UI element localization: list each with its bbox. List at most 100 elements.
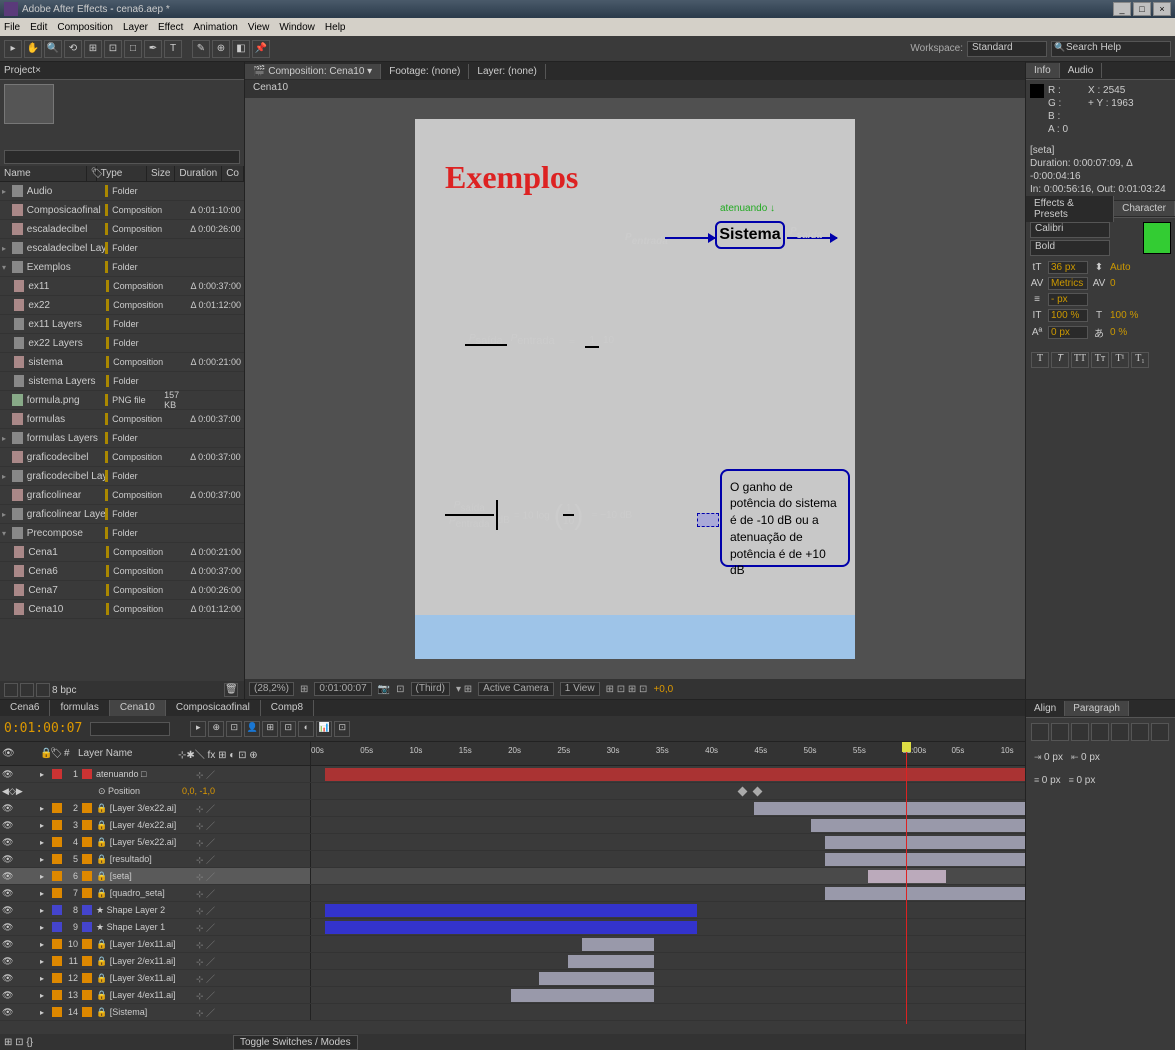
timeline-layer[interactable]: 👁▸4🔒 [Layer 5/ex22.ai]⊹ ／ <box>0 834 1025 851</box>
comp-tab-footage[interactable]: Footage: (none) <box>381 64 469 79</box>
project-item[interactable]: sistemaCompositionΔ 0:00:21:00 <box>0 353 244 372</box>
composition-viewer[interactable]: Exemplos atenuando ↓ Pentrada Sistema Ps… <box>245 98 1025 679</box>
text-color-swatch[interactable] <box>1143 222 1171 254</box>
comp-tab-layer[interactable]: Layer: (none) <box>469 64 545 79</box>
snapshot-icon[interactable]: 📷 <box>378 684 390 695</box>
tl-footer-btn1[interactable]: ⊞ ⊡ {} <box>4 1037 33 1048</box>
clone-tool[interactable]: ⊕ <box>212 40 230 58</box>
project-item[interactable]: ▸escaladecibel LayersFolder <box>0 239 244 258</box>
font-style-dropdown[interactable]: Bold <box>1030 240 1110 256</box>
brush-tool[interactable]: ✎ <box>192 40 210 58</box>
indent-left[interactable]: ⇥ 0 px <box>1034 752 1063 763</box>
justify-last-right-icon[interactable] <box>1131 723 1149 741</box>
rotation-tool[interactable]: ⟲ <box>64 40 82 58</box>
maximize-button[interactable]: □ <box>1133 2 1151 16</box>
project-item[interactable]: ▸formulas LayersFolder <box>0 429 244 448</box>
col-type[interactable]: Type <box>97 166 147 181</box>
selection-tool[interactable]: ▸ <box>4 40 22 58</box>
zoom-dropdown[interactable]: (28,2%) <box>249 682 294 696</box>
timeline-layer[interactable]: 👁▸7🔒 [quadro_seta]⊹ ／ <box>0 885 1025 902</box>
font-size[interactable]: 36 px <box>1048 261 1088 274</box>
tl-graph-icon[interactable]: 📊 <box>316 721 332 737</box>
close-button[interactable]: × <box>1153 2 1171 16</box>
layername-col[interactable]: Layer Name <box>78 748 178 759</box>
timeline-layer[interactable]: 👁▸1atenuando □⊹ ／ <box>0 766 1025 783</box>
project-item[interactable]: ▸graficolinear LayersFolder <box>0 505 244 524</box>
project-item[interactable]: ▾ExemplosFolder <box>0 258 244 277</box>
menu-help[interactable]: Help <box>325 22 346 33</box>
label-col[interactable]: 🏷 <box>50 748 64 759</box>
timeline-layer[interactable]: 👁▸10🔒 [Layer 1/ex11.ai]⊹ ／ <box>0 936 1025 953</box>
info-tab[interactable]: Info <box>1026 63 1060 78</box>
faux-bold[interactable]: T <box>1031 352 1049 368</box>
font-family-dropdown[interactable]: Calibri <box>1030 222 1110 238</box>
eraser-tool[interactable]: ◧ <box>232 40 250 58</box>
project-item[interactable]: ex11CompositionΔ 0:00:37:00 <box>0 277 244 296</box>
pan-behind-tool[interactable]: ⊡ <box>104 40 122 58</box>
timeline-search[interactable] <box>90 722 170 736</box>
timeline-layer[interactable]: 👁▸6🔒 [seta]⊹ ／ <box>0 868 1025 885</box>
toggle-switches-modes[interactable]: Toggle Switches / Modes <box>233 1035 358 1050</box>
timeline-layer[interactable]: 👁▸12🔒 [Layer 3/ex11.ai]⊹ ／ <box>0 970 1025 987</box>
paragraph-tab[interactable]: Paragraph <box>1065 701 1129 716</box>
current-time-indicator[interactable] <box>906 742 907 1024</box>
tl-tab-comp8[interactable]: Comp8 <box>261 700 314 716</box>
type-tool[interactable]: T <box>164 40 182 58</box>
switches-cols[interactable]: ⊹✱＼ fx ⊞ ◐ ⊡ ⊕ <box>178 746 258 761</box>
project-item[interactable]: ▸AudioFolder <box>0 182 244 201</box>
project-item[interactable]: graficodecibelCompositionΔ 0:00:37:00 <box>0 448 244 467</box>
project-item[interactable]: ▸sistema LayersFolder <box>0 372 244 391</box>
project-tab[interactable]: Project × <box>0 62 244 80</box>
justify-all-icon[interactable] <box>1151 723 1169 741</box>
baseline[interactable]: 0 px <box>1048 326 1088 339</box>
project-item[interactable]: Cena1CompositionΔ 0:00:21:00 <box>0 543 244 562</box>
align-left-icon[interactable] <box>1031 723 1049 741</box>
camera-tool[interactable]: ⊞ <box>84 40 102 58</box>
exposure-value[interactable]: +0,0 <box>653 684 673 695</box>
search-help[interactable]: Search Help <box>1051 41 1171 57</box>
timeline-layer[interactable]: 👁▸13🔒 [Layer 4/ex11.ai]⊹ ／ <box>0 987 1025 1004</box>
tracking[interactable]: 0 <box>1110 278 1116 289</box>
new-folder-icon[interactable] <box>20 683 34 697</box>
tl-tab-cena10[interactable]: Cena10 <box>110 700 166 716</box>
project-item[interactable]: ▸graficodecibel LayersFolder <box>0 467 244 486</box>
puppet-tool[interactable]: 📌 <box>252 40 270 58</box>
interpret-footage-icon[interactable] <box>4 683 18 697</box>
project-item[interactable]: ▾PrecomposeFolder <box>0 524 244 543</box>
seta-selection-handle[interactable] <box>697 513 719 527</box>
tl-motion-blur-icon[interactable]: ◐ <box>298 721 314 737</box>
stroke-width[interactable]: - px <box>1048 293 1088 306</box>
tl-tab-formulas[interactable]: formulas <box>50 700 109 716</box>
pen-tool[interactable]: ✒ <box>144 40 162 58</box>
tsume[interactable]: 0 % <box>1110 327 1127 338</box>
vscale[interactable]: 100 % <box>1048 309 1088 322</box>
project-list[interactable]: ▸AudioFolderComposicaofinalCompositionΔ … <box>0 182 244 681</box>
menu-view[interactable]: View <box>248 22 270 33</box>
menu-window[interactable]: Window <box>279 22 315 33</box>
audio-tab[interactable]: Audio <box>1060 63 1103 78</box>
bpc-label[interactable]: 8 bpc <box>52 685 76 696</box>
hscale[interactable]: 100 % <box>1110 310 1138 321</box>
workspace-dropdown[interactable]: Standard <box>967 41 1047 57</box>
timeline-layer[interactable]: 👁▸9★ Shape Layer 1⊹ ／ <box>0 919 1025 936</box>
tl-btn2[interactable]: ⊕ <box>208 721 224 737</box>
character-tab[interactable]: Character <box>1114 201 1175 216</box>
comp-breadcrumb[interactable]: Cena10 <box>245 80 1025 98</box>
resolution-icon[interactable]: ⊞ <box>300 684 308 695</box>
project-item[interactable]: Cena7CompositionΔ 0:00:26:00 <box>0 581 244 600</box>
tl-tab-composicaofinal[interactable]: Composicaofinal <box>166 700 261 716</box>
project-search[interactable] <box>4 150 240 164</box>
timeline-ruler[interactable]: 👁 🔒 🏷 # Layer Name ⊹✱＼ fx ⊞ ◐ ⊡ ⊕ 00s05s… <box>0 742 1025 766</box>
timeline-layer[interactable]: 👁▸3🔒 [Layer 4/ex22.ai]⊹ ／ <box>0 817 1025 834</box>
time-display[interactable]: 0:01:00:07 <box>314 682 371 696</box>
project-item[interactable]: ▸ex11 LayersFolder <box>0 315 244 334</box>
project-item[interactable]: escaladecibelCompositionΔ 0:00:26:00 <box>0 220 244 239</box>
tl-btn6[interactable]: ⊡ <box>280 721 296 737</box>
project-item[interactable]: formulasCompositionΔ 0:00:37:00 <box>0 410 244 429</box>
grid-icon[interactable]: ⊞ ⊡ ⊞ ⊡ <box>606 684 648 695</box>
timeline-layers[interactable]: 👁▸1atenuando □⊹ ／◀◇▶⊙ Position0,0, -1,0👁… <box>0 766 1025 1034</box>
col-comment[interactable]: Co <box>222 166 244 181</box>
project-item[interactable]: graficolinearCompositionΔ 0:00:37:00 <box>0 486 244 505</box>
menu-effect[interactable]: Effect <box>158 22 183 33</box>
superscript[interactable]: T¹ <box>1111 352 1129 368</box>
